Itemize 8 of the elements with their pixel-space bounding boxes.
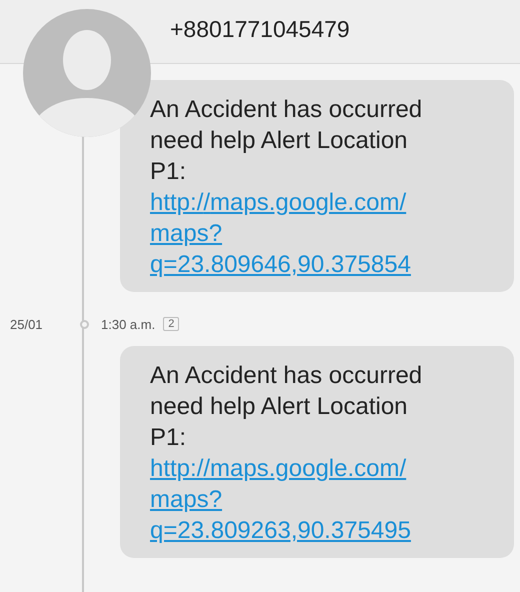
map-link[interactable]: http://maps.google.com/maps?q=23.809263,90.375495 bbox=[150, 453, 450, 546]
map-link[interactable]: http://maps.google.com/maps?q=23.809646,90.375854 bbox=[150, 187, 450, 280]
sim-badge: 2 bbox=[163, 317, 180, 331]
phone-number: +8801771045479 bbox=[170, 16, 350, 43]
message-date: 25/01 bbox=[9, 316, 44, 332]
message-text: An Accident has occurred need help Alert Location P1: bbox=[150, 361, 424, 453]
message-text: An Accident has occurred need help Alert Location P1: bbox=[150, 95, 424, 187]
message-time: 1:30 a.m. bbox=[101, 316, 156, 332]
